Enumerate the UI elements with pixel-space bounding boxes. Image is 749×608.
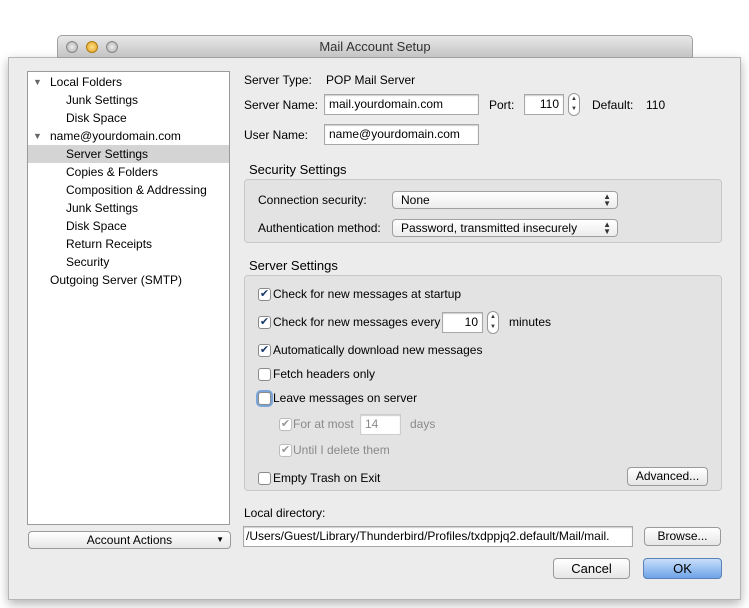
check-interval-input[interactable]: 10 [442, 312, 483, 333]
auth-method-select[interactable]: Password, transmitted insecurely ▲ ▼ [392, 219, 618, 237]
days-input[interactable]: 14 [360, 414, 401, 435]
minutes-label: minutes [509, 315, 552, 329]
port-input[interactable]: 110 [524, 94, 564, 115]
user-name-input[interactable]: name@yourdomain.com [324, 124, 479, 145]
tree-item-label: Composition & Addressing [66, 183, 207, 197]
up-down-arrows-icon: ▲ ▼ [603, 192, 611, 208]
tree-item[interactable]: Junk Settings [28, 91, 229, 109]
startup-checkbox[interactable]: ✔ [258, 288, 271, 301]
tree-item-label: Local Folders [50, 75, 123, 89]
tree-item-label: Junk Settings [66, 93, 139, 107]
tree-item-label: Disk Space [66, 219, 127, 233]
default-port-value: 110 [646, 98, 666, 112]
tree-item[interactable]: Security [28, 253, 229, 271]
default-port-label: Default: [592, 98, 634, 112]
tree-item[interactable]: Copies & Folders [28, 163, 229, 181]
minimize-button[interactable] [86, 41, 98, 53]
auth-method-label: Authentication method: [258, 221, 381, 235]
user-name-label: User Name: [244, 128, 309, 142]
check-every-label: Check for new messages every [273, 315, 441, 329]
zoom-button[interactable] [106, 41, 118, 53]
tree-item[interactable]: Return Receipts [28, 235, 229, 253]
tree-item-label: Return Receipts [66, 237, 153, 251]
disclosure-triangle-icon[interactable]: ▼ [33, 127, 42, 145]
account-tree[interactable]: ▼ Local Folders Junk Settings Disk Space ▼ na… [27, 71, 230, 525]
auto-download-checkbox[interactable]: ✔ [258, 344, 271, 357]
server-type-value: POP Mail Server [326, 73, 416, 87]
tree-item[interactable]: Server Settings [28, 145, 229, 163]
check-every-checkbox[interactable]: ✔ [258, 316, 271, 329]
local-directory-label: Local directory: [244, 506, 326, 520]
server-settings-group [244, 275, 722, 491]
tree-item[interactable]: ▼ name@yourdomain.com [28, 127, 229, 145]
connection-security-select[interactable]: None ▲ ▼ [392, 191, 618, 209]
empty-trash-checkbox[interactable] [258, 472, 271, 485]
tree-item-label: Security [66, 255, 110, 269]
tree-item[interactable]: Composition & Addressing [28, 181, 229, 199]
title-bar: Mail Account Setup [57, 35, 693, 58]
account-actions-button[interactable]: Account Actions ▼ [28, 531, 231, 549]
local-directory-input[interactable]: /Users/Guest/Library/Thunderbird/Profile… [243, 526, 633, 547]
connection-security-value: None [401, 193, 430, 207]
auth-method-value: Password, transmitted insecurely [401, 221, 578, 235]
fetch-headers-label: Fetch headers only [273, 367, 376, 381]
tree-item[interactable]: Outgoing Server (SMTP) [28, 271, 229, 289]
advanced-button[interactable]: Advanced... [627, 467, 708, 486]
leave-on-server-label: Leave messages on server [273, 391, 418, 405]
leave-on-server-checkbox[interactable] [258, 392, 271, 405]
tree-item[interactable]: ▼ Local Folders [28, 73, 229, 91]
security-settings-heading: Security Settings [249, 162, 347, 177]
for-at-most-checkbox[interactable]: ✔ [279, 418, 292, 431]
port-label: Port: [489, 98, 515, 112]
browse-button[interactable]: Browse... [644, 527, 721, 546]
tree-item-label: Outgoing Server (SMTP) [50, 273, 183, 287]
ok-button[interactable]: OK [643, 558, 722, 579]
server-name-label: Server Name: [244, 98, 319, 112]
for-at-most-label: For at most [293, 417, 354, 431]
server-name-input[interactable]: mail.yourdomain.com [324, 94, 479, 115]
chevron-down-icon: ▼ [216, 535, 224, 544]
tree-item-label: name@yourdomain.com [50, 129, 181, 143]
tree-item-label: Disk Space [66, 111, 127, 125]
until-delete-checkbox[interactable]: ✔ [279, 444, 292, 457]
empty-trash-label: Empty Trash on Exit [273, 471, 381, 485]
tree-item[interactable]: Disk Space [28, 217, 229, 235]
until-delete-label: Until I delete them [293, 443, 390, 457]
account-actions-label: Account Actions [86, 533, 173, 547]
connection-security-label: Connection security: [258, 193, 367, 207]
window-title: Mail Account Setup [319, 39, 431, 54]
server-type-label: Server Type: [244, 73, 312, 87]
cancel-button[interactable]: Cancel [553, 558, 630, 579]
port-stepper[interactable]: ▲ ▼ [568, 93, 580, 116]
tree-item-label: Junk Settings [66, 201, 139, 215]
startup-label: Check for new messages at startup [273, 287, 462, 301]
check-interval-stepper[interactable]: ▲ ▼ [487, 311, 499, 334]
tree-item[interactable]: Junk Settings [28, 199, 229, 217]
disclosure-triangle-icon[interactable]: ▼ [33, 73, 42, 91]
days-label: days [410, 417, 436, 431]
tree-item[interactable]: Disk Space [28, 109, 229, 127]
tree-item-label: Copies & Folders [66, 165, 159, 179]
fetch-headers-checkbox[interactable] [258, 368, 271, 381]
server-settings-heading: Server Settings [249, 258, 338, 273]
tree-item-label: Server Settings [66, 147, 149, 161]
close-button[interactable] [66, 41, 78, 53]
up-down-arrows-icon: ▲ ▼ [603, 220, 611, 236]
auto-download-label: Automatically download new messages [273, 343, 483, 357]
